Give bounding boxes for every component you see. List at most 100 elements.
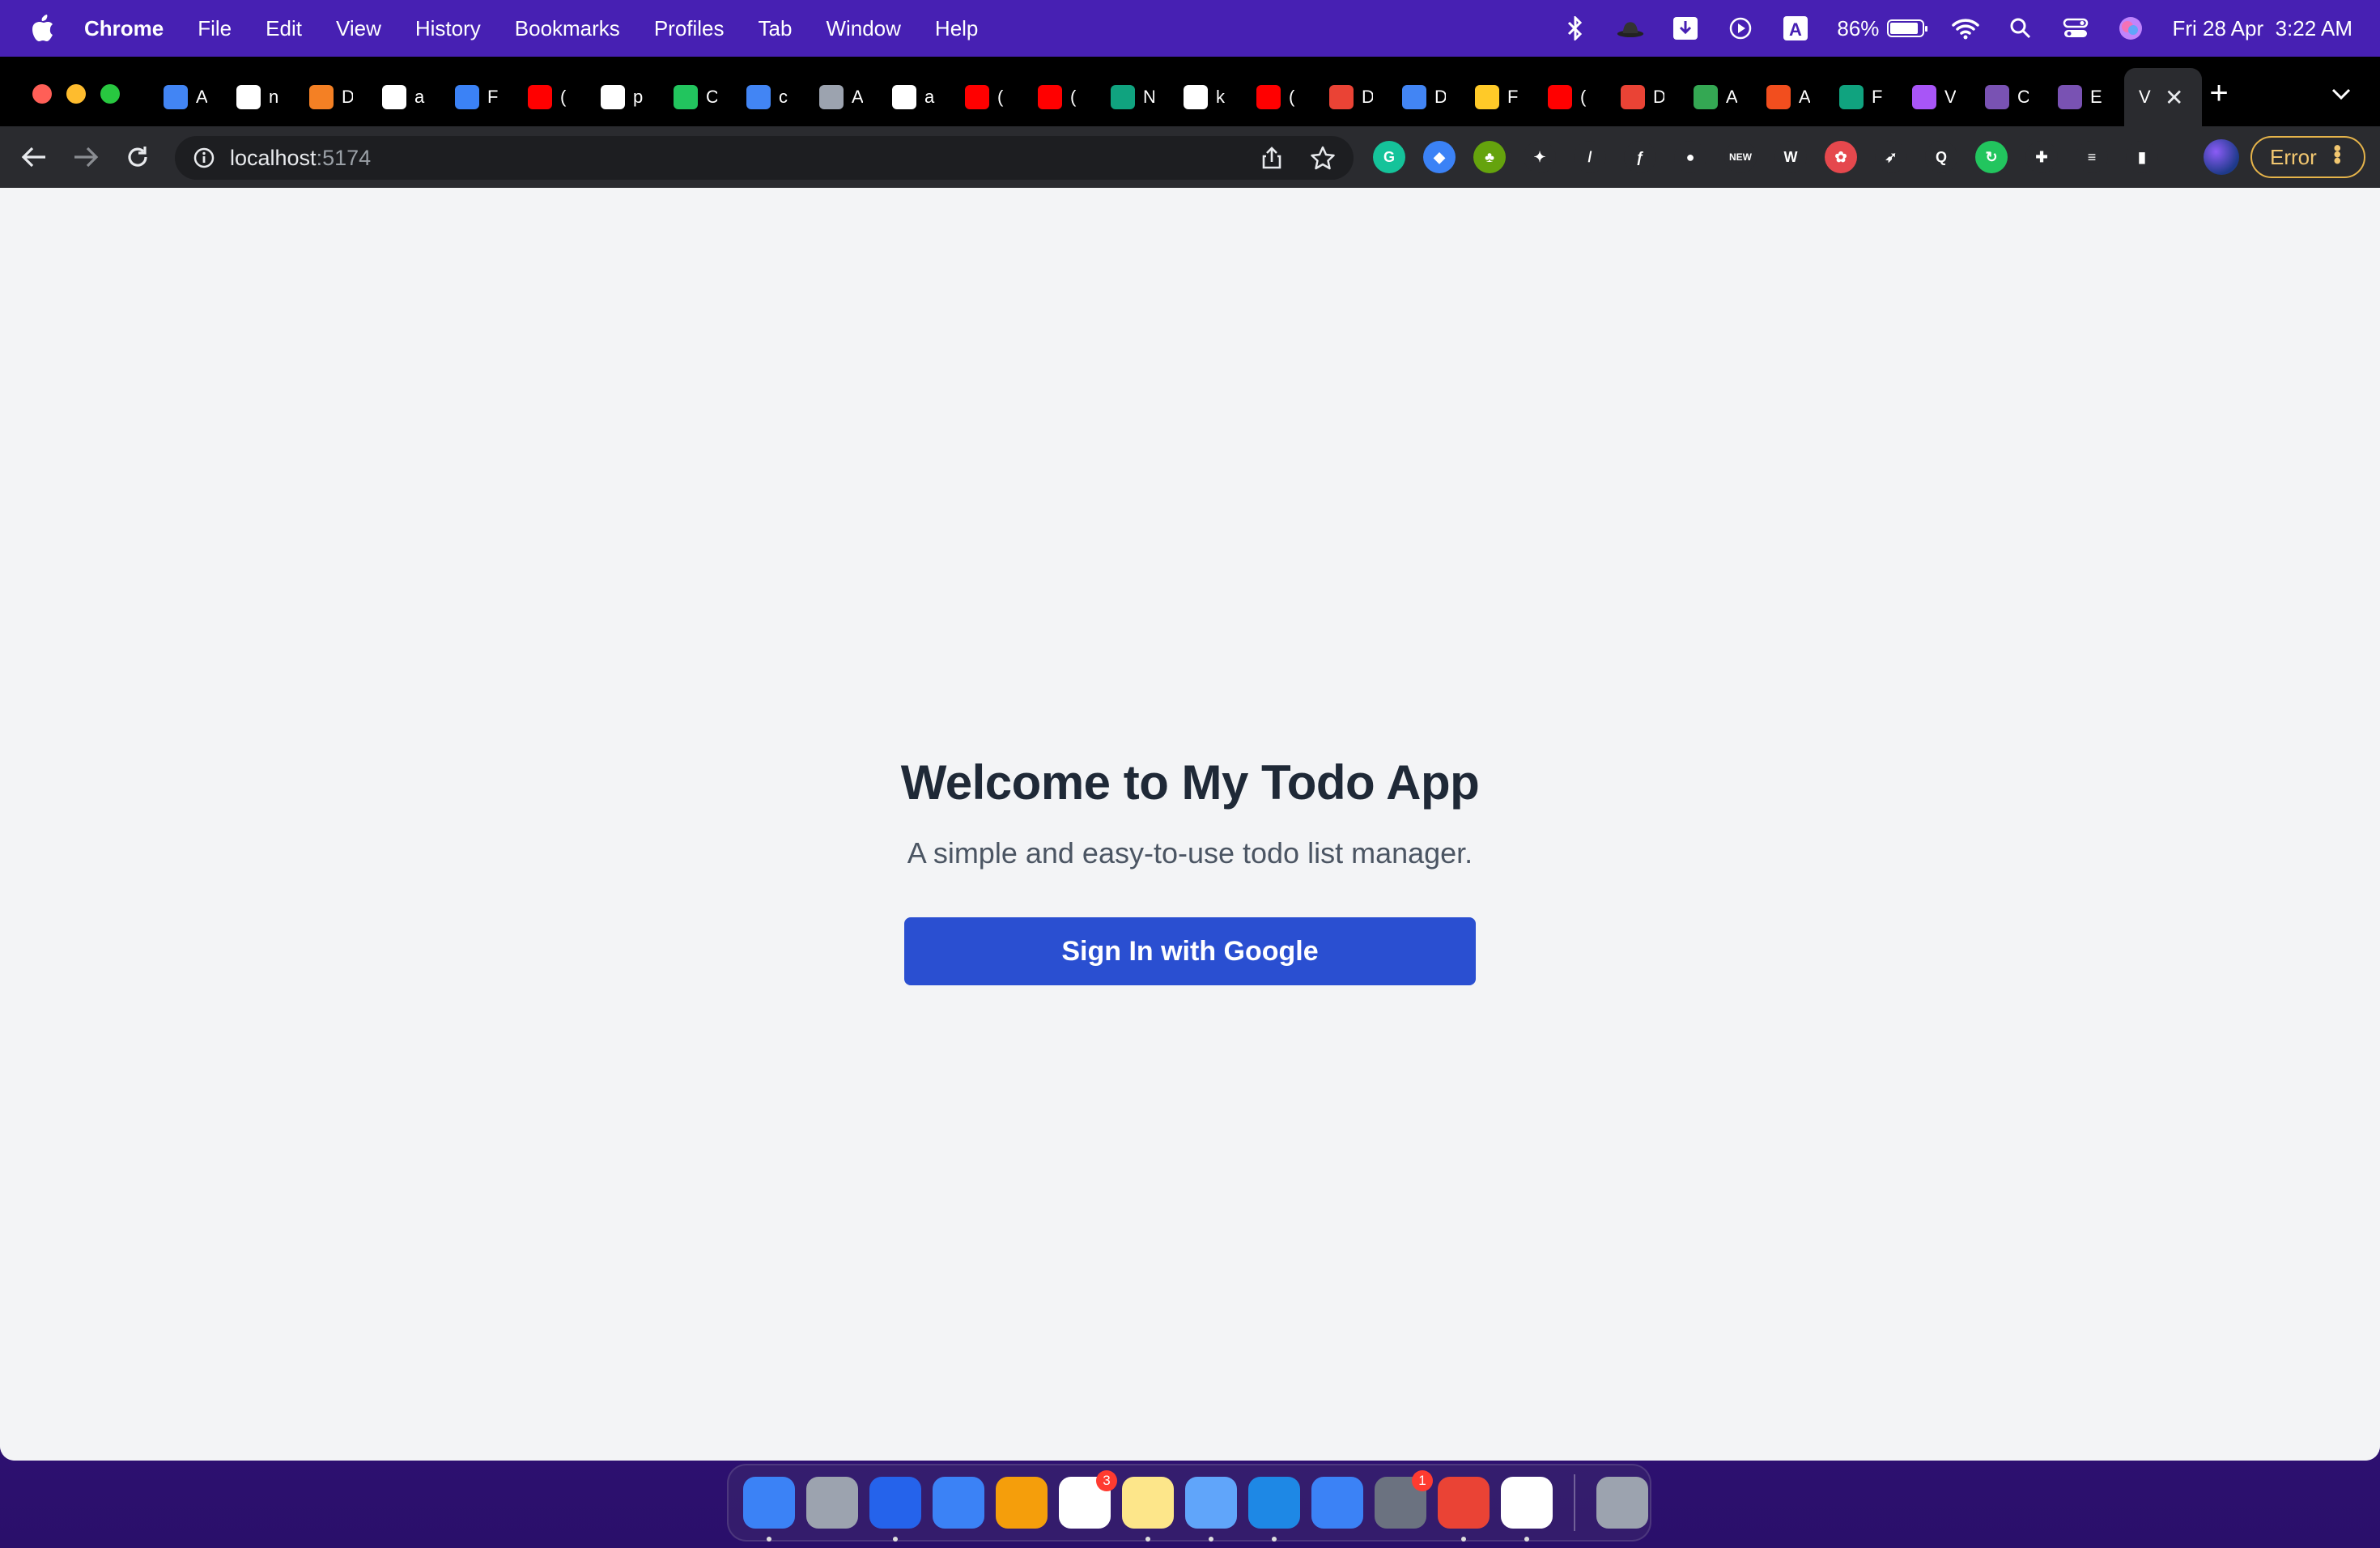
chrome-icon[interactable] [1438, 1477, 1490, 1542]
refresh-extension-icon[interactable]: ↻ [1975, 141, 2008, 173]
puzzle-icon[interactable]: ✚ [2025, 141, 2058, 173]
menu-app-name[interactable]: Chrome [84, 16, 164, 41]
browser-tab[interactable]: A [157, 68, 230, 126]
gem-extension-icon[interactable]: ◆ [1423, 141, 1456, 173]
play-circle-icon[interactable] [1727, 15, 1754, 42]
browser-tab[interactable]: ( [521, 68, 594, 126]
forward-arrow-icon[interactable] [70, 141, 102, 173]
site-info-icon[interactable] [193, 147, 215, 169]
url-text[interactable]: localhost:5174 [230, 146, 371, 171]
mail-icon[interactable] [933, 1477, 984, 1529]
vscode-icon[interactable] [1248, 1477, 1300, 1542]
finder-icon[interactable] [743, 1477, 795, 1542]
menu-tab[interactable]: Tab [759, 16, 793, 41]
tab-title: ( [560, 87, 567, 107]
browser-tab[interactable]: ( [1031, 68, 1104, 126]
browser-tab[interactable]: p [594, 68, 667, 126]
wappalyzer-icon[interactable]: W [1774, 141, 1807, 173]
menu-file[interactable]: File [198, 16, 232, 41]
browser-tab[interactable]: A [1687, 68, 1760, 126]
browser-tab[interactable]: F [1468, 68, 1541, 126]
close-tab-icon[interactable]: ✕ [2165, 84, 2183, 111]
launchpad-icon[interactable] [806, 1477, 858, 1529]
grammarly-icon[interactable]: G [1373, 141, 1405, 173]
address-bar[interactable]: localhost:5174 [175, 136, 1354, 180]
browser-tab[interactable]: c [740, 68, 813, 126]
system-settings-icon[interactable]: 1 [1375, 1470, 1433, 1529]
browser-tab[interactable]: N [1104, 68, 1177, 126]
menu-window[interactable]: Window [826, 16, 900, 41]
browser-tab[interactable]: V [1906, 68, 1978, 126]
zoom-window-button[interactable] [100, 84, 120, 104]
menu-history[interactable]: History [415, 16, 481, 41]
menu-profiles[interactable]: Profiles [654, 16, 725, 41]
gnome-extension-icon[interactable]: ✦ [1524, 141, 1556, 173]
menu-view[interactable]: View [336, 16, 381, 41]
rocket-extension-icon[interactable]: ➶ [1875, 141, 1907, 173]
reload-icon[interactable] [121, 141, 154, 173]
close-window-button[interactable] [32, 84, 52, 104]
menu-bookmarks[interactable]: Bookmarks [515, 16, 620, 41]
more-menu-icon[interactable]: ••• [2325, 144, 2350, 163]
menu-help[interactable]: Help [935, 16, 978, 41]
profile-avatar[interactable] [2204, 139, 2239, 175]
search-extension-icon[interactable]: Q [1925, 141, 1957, 173]
mouse-extension-icon[interactable]: ● [1674, 141, 1706, 173]
keynote-icon[interactable] [1185, 1477, 1237, 1542]
menubar-clock[interactable]: Fri 28 Apr 3:22 AM [2172, 16, 2352, 41]
new-tab-button[interactable]: + [2199, 73, 2239, 113]
side-panel-icon[interactable]: ▮ [2126, 141, 2158, 173]
photos-icon[interactable] [996, 1477, 1048, 1529]
spotlight-search-icon[interactable] [2007, 15, 2034, 42]
browser-tab[interactable]: E [2051, 68, 2124, 126]
active-browser-tab[interactable]: V ✕ [2124, 68, 2202, 126]
browser-tab[interactable]: A [1760, 68, 1833, 126]
reading-list-icon[interactable]: ≡ [2076, 141, 2108, 173]
input-source-icon[interactable]: A [1782, 15, 1809, 42]
browser-tab[interactable]: D [303, 68, 376, 126]
browser-tab[interactable]: ( [1250, 68, 1323, 126]
safari-icon[interactable] [869, 1477, 921, 1542]
menu-edit[interactable]: Edit [266, 16, 302, 41]
browser-tab[interactable]: F [1833, 68, 1906, 126]
wifi-icon[interactable] [1952, 15, 1980, 42]
reminders-icon[interactable]: 3 [1059, 1470, 1117, 1529]
share-icon[interactable] [1260, 146, 1284, 170]
download-status-icon[interactable] [1672, 15, 1699, 42]
tab-search-chevron-icon[interactable] [2325, 78, 2357, 110]
new-extension-icon[interactable]: NEW [1724, 141, 1757, 173]
formula-extension-icon[interactable]: ƒ [1624, 141, 1656, 173]
browser-tab[interactable]: ( [1541, 68, 1614, 126]
control-center-icon[interactable] [2062, 15, 2089, 42]
siri-icon[interactable] [2117, 15, 2144, 42]
browser-tab[interactable]: C [1978, 68, 2051, 126]
bluetooth-icon[interactable] [1562, 15, 1589, 42]
trash-icon[interactable] [1596, 1477, 1648, 1529]
browser-tab[interactable]: D [1614, 68, 1687, 126]
browser-tab[interactable]: ( [958, 68, 1031, 126]
browser-tab[interactable]: a [886, 68, 958, 126]
mongodb-compass-icon[interactable] [1501, 1477, 1553, 1542]
browser-tab[interactable]: A [813, 68, 886, 126]
browser-tab[interactable]: C [667, 68, 740, 126]
browser-tab[interactable]: n [230, 68, 303, 126]
browser-tab[interactable]: F [448, 68, 521, 126]
error-button[interactable]: Error ••• [2250, 136, 2365, 178]
bug-extension-icon[interactable]: ✿ [1825, 141, 1857, 173]
app-store-icon[interactable] [1311, 1477, 1363, 1529]
back-arrow-icon[interactable] [18, 141, 50, 173]
incognito-hat-icon[interactable] [1617, 15, 1644, 42]
browser-tab[interactable]: k [1177, 68, 1250, 126]
sign-in-with-google-button[interactable]: Sign In with Google [904, 917, 1476, 985]
battery-indicator[interactable]: 86% [1837, 16, 1928, 41]
minimize-window-button[interactable] [66, 84, 86, 104]
tree-extension-icon[interactable]: ♣ [1473, 141, 1506, 173]
browser-tab[interactable]: D [1323, 68, 1396, 126]
bookmark-star-icon[interactable] [1310, 145, 1336, 171]
picker-extension-icon[interactable]: / [1574, 141, 1606, 173]
apple-logo-icon[interactable] [31, 15, 55, 42]
browser-tab[interactable]: D [1396, 68, 1468, 126]
github-icon [236, 85, 261, 109]
notes-icon[interactable] [1122, 1477, 1174, 1542]
browser-tab[interactable]: a [376, 68, 448, 126]
